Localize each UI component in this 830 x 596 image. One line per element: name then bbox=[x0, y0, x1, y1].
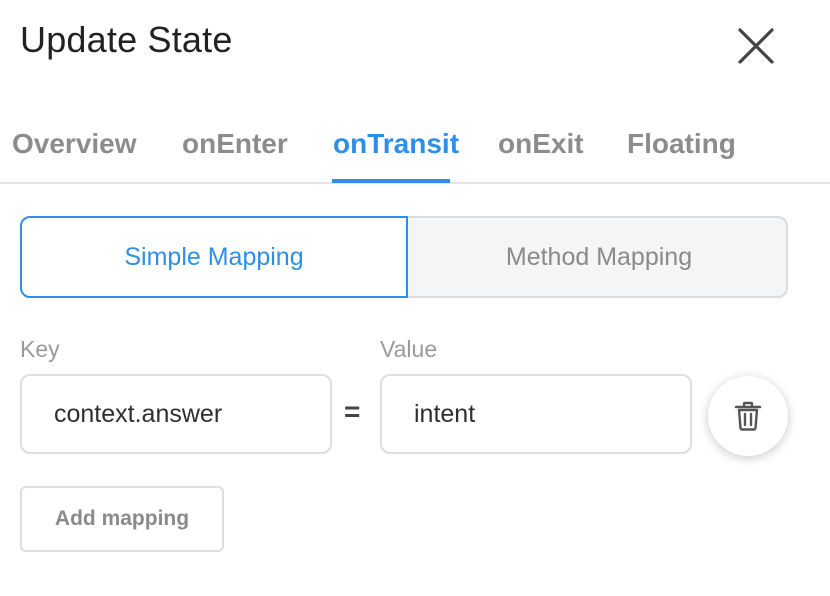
key-input[interactable] bbox=[20, 374, 332, 454]
page-title: Update State bbox=[20, 19, 233, 60]
value-input[interactable] bbox=[380, 374, 692, 454]
tab-onenter[interactable]: onEnter bbox=[182, 124, 288, 164]
tab-floating[interactable]: Floating bbox=[627, 124, 736, 164]
close-icon bbox=[738, 28, 774, 64]
tab-overview[interactable]: Overview bbox=[12, 124, 137, 164]
value-label: Value bbox=[380, 336, 438, 362]
active-tab-indicator bbox=[332, 179, 450, 183]
tab-onexit[interactable]: onExit bbox=[498, 124, 584, 164]
tab-bar: Overview onEnter onTransit onExit Floati… bbox=[0, 108, 830, 184]
delete-mapping-button[interactable] bbox=[708, 376, 788, 456]
trash-icon bbox=[734, 401, 762, 431]
simple-mapping-button[interactable]: Simple Mapping bbox=[20, 216, 408, 298]
equals-separator: = bbox=[344, 396, 361, 427]
mapping-mode-switch: Simple Mapping Method Mapping bbox=[20, 216, 788, 298]
add-mapping-button[interactable]: Add mapping bbox=[20, 486, 224, 552]
key-label: Key bbox=[20, 336, 60, 362]
tab-ontransit[interactable]: onTransit bbox=[333, 124, 459, 164]
close-button[interactable] bbox=[734, 24, 778, 68]
method-mapping-button[interactable]: Method Mapping bbox=[408, 216, 790, 298]
